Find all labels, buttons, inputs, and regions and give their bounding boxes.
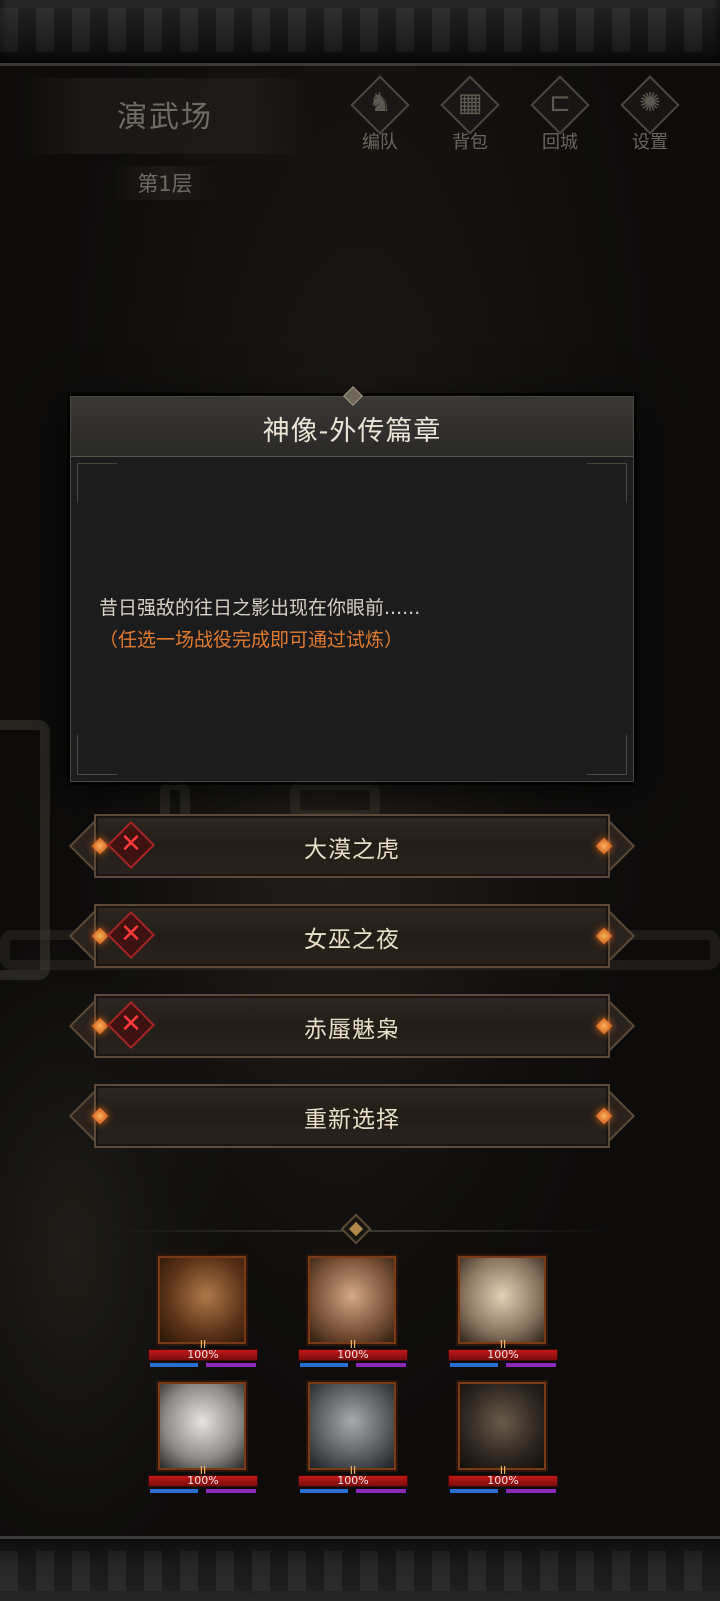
reselect-button[interactable]: 重新选择 <box>68 1084 636 1148</box>
mana-bar <box>150 1363 198 1367</box>
dialog-hint: （任选一场战役完成即可通过试炼） <box>99 629 404 651</box>
settings-button[interactable]: ✺ 设置 <box>608 75 692 160</box>
team-button-label: 编队 <box>362 132 398 153</box>
hp-text: 100% <box>487 1474 519 1487</box>
hero-portrait <box>158 1382 246 1470</box>
hero-portrait <box>308 1382 396 1470</box>
energy-bar <box>506 1489 556 1493</box>
hero-portrait <box>458 1256 546 1344</box>
settings-button-label: 设置 <box>632 132 668 153</box>
energy-bar <box>356 1363 406 1367</box>
backpack-button-label: 背包 <box>452 132 488 153</box>
battle-option-2[interactable]: ✕ 女巫之夜 <box>68 904 636 968</box>
corner-ornament <box>587 735 627 775</box>
hero-card[interactable]: II 100% <box>298 1256 408 1376</box>
corner-ornament <box>587 463 627 503</box>
mana-bar <box>300 1489 348 1493</box>
team-button[interactable]: ♞ 编队 <box>338 75 422 160</box>
battle-option-3[interactable]: ✕ 赤蜃魅枭 <box>68 994 636 1058</box>
corner-ornament <box>77 735 117 775</box>
hero-card[interactable]: II 100% <box>148 1256 258 1376</box>
hero-portrait <box>458 1382 546 1470</box>
energy-bar <box>506 1363 556 1367</box>
bottom-frame <box>0 1536 720 1601</box>
hero-portrait <box>158 1256 246 1344</box>
backpack-button[interactable]: ▦ 背包 <box>428 75 512 160</box>
gear-icon: ✺ <box>639 88 661 118</box>
hero-card[interactable]: II 100% <box>448 1256 558 1376</box>
hero-portrait <box>308 1256 396 1344</box>
battle-option-1[interactable]: ✕ 大漠之虎 <box>68 814 636 878</box>
dialog-header: 神像-外传篇章 <box>71 386 633 457</box>
energy-bar <box>356 1489 406 1493</box>
return-town-button-label: 回城 <box>542 132 578 153</box>
dialog-title: 神像-外传篇章 <box>262 416 442 447</box>
hp-text: 100% <box>337 1348 369 1361</box>
energy-bar <box>206 1363 256 1367</box>
hero-card[interactable]: II 100% <box>448 1382 558 1502</box>
floor-label: 第1层 <box>110 166 220 200</box>
battle-option-label: 大漠之虎 <box>304 837 400 863</box>
location-title: 演武场 <box>117 100 213 135</box>
battle-option-label: 赤蜃魅枭 <box>304 1017 400 1043</box>
battle-option-label: 女巫之夜 <box>304 927 400 953</box>
helmet-icon: ♞ <box>368 88 392 118</box>
energy-bar <box>206 1489 256 1493</box>
mana-bar <box>150 1489 198 1493</box>
hero-card[interactable]: II 100% <box>298 1382 408 1502</box>
corner-ornament <box>77 463 117 503</box>
backpack-icon: ▦ <box>457 88 483 118</box>
hp-text: 100% <box>187 1474 219 1487</box>
hp-text: 100% <box>187 1348 219 1361</box>
mana-bar <box>300 1363 348 1367</box>
reselect-button-label: 重新选择 <box>304 1107 400 1133</box>
door-icon: ⊏ <box>549 88 571 118</box>
top-frame <box>0 0 720 66</box>
dialog-text: 昔日强敌的往日之影出现在你眼前...... <box>99 597 421 619</box>
hp-text: 100% <box>337 1474 369 1487</box>
hero-card[interactable]: II 100% <box>148 1382 258 1502</box>
return-town-button[interactable]: ⊏ 回城 <box>518 75 602 160</box>
mana-bar <box>450 1489 498 1493</box>
event-dialog: 神像-外传篇章 昔日强敌的往日之影出现在你眼前...... （任选一场战役完成即… <box>70 386 634 782</box>
hp-text: 100% <box>487 1348 519 1361</box>
mana-bar <box>450 1363 498 1367</box>
